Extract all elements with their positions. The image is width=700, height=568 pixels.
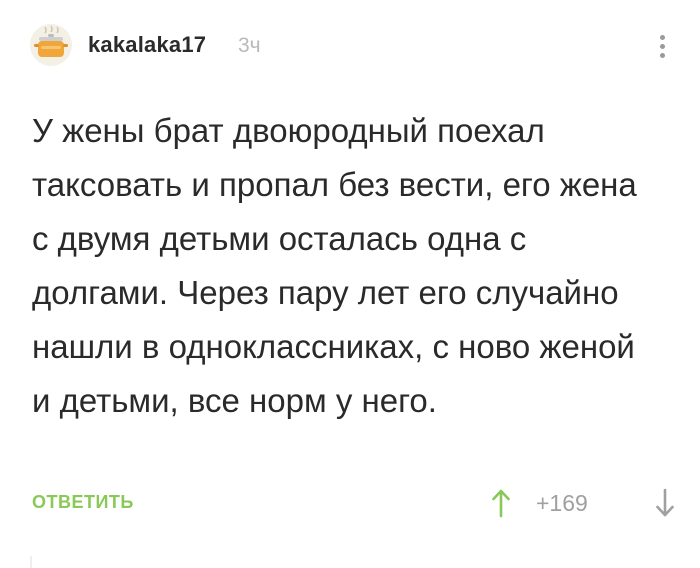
author-username[interactable]: kakalaka17 — [88, 32, 206, 58]
more-vertical-icon — [659, 43, 665, 49]
vote-controls: +169 — [476, 484, 676, 520]
more-vertical-icon — [659, 34, 665, 40]
more-options-button[interactable] — [654, 28, 670, 64]
rating-count: +169 — [536, 490, 588, 516]
thread-line — [30, 556, 32, 568]
comment-header: kakalaka17 3ч — [30, 24, 680, 68]
comment-body: У жены брат двоюродный поехал таксовать … — [32, 112, 637, 419]
upvote-arrow-up-icon[interactable] — [490, 488, 512, 518]
more-vertical-icon — [659, 52, 665, 58]
comment: kakalaka17 3ч У жены брат двоюродный пое… — [0, 0, 700, 568]
cooking-pot-avatar-icon — [30, 24, 72, 66]
downvote-arrow-down-icon[interactable] — [654, 488, 676, 518]
comment-timestamp: 3ч — [238, 34, 261, 57]
avatar[interactable] — [30, 24, 72, 66]
reply-button[interactable]: ОТВЕТИТЬ — [32, 492, 134, 513]
